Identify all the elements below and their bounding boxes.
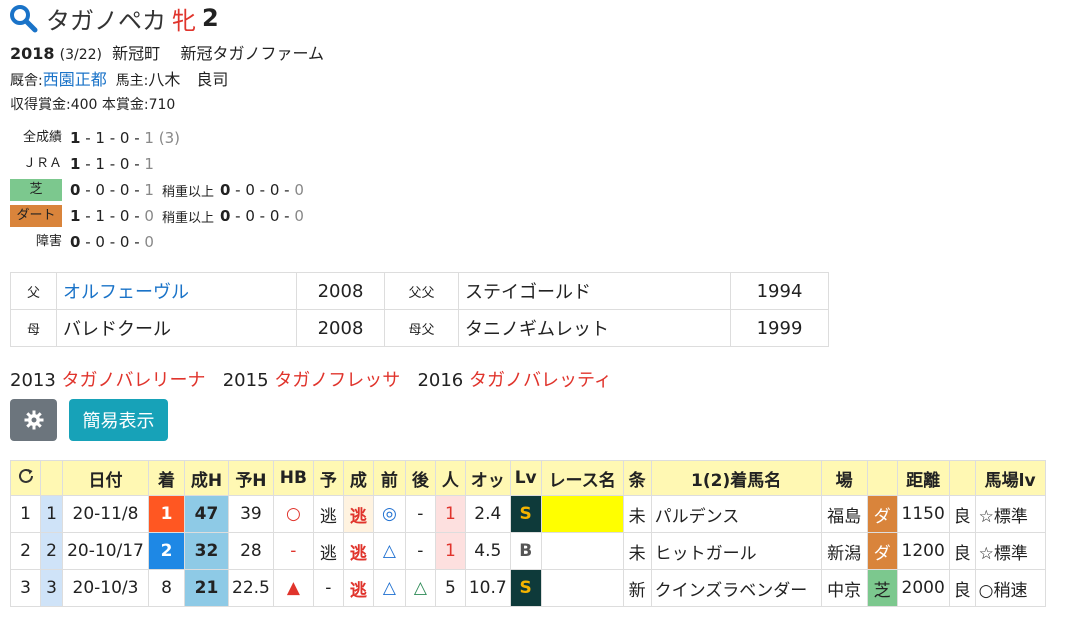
results-table: 日付 着 成H 予H HB 予 成 前 後 人 オッ Lv レース名 条 1(2… <box>10 460 1046 607</box>
birth-year: 2018 <box>10 44 55 63</box>
prize-info: 収得賞金:400 本賞金:710 <box>10 97 176 113</box>
table-row[interactable]: 33 20-10/3 8 21 22.5 ▲ - 逃 △ △ 5 10.7 S 新 クインズ… <box>10 569 1046 607</box>
owner-label: 馬主: <box>115 73 149 89</box>
search-icon[interactable] <box>8 3 38 33</box>
trainer-owner: 厩舎:西園正都 馬主:八木 良司 <box>10 66 228 90</box>
horse-age: 2 <box>202 4 219 32</box>
record-label: ＪＲＡ <box>22 156 62 171</box>
race-name-cell[interactable] <box>540 569 624 607</box>
horse-title: タガノペカ 牝 2 <box>8 2 219 35</box>
trainer-label: 厩舎: <box>10 73 43 89</box>
sibling-link[interactable]: タガノフレッサ <box>274 370 400 391</box>
table-row[interactable]: 22 20-10/17 2 32 28 -逃 逃 △ -1 4.5 B 未 ヒットガール… <box>10 532 1046 570</box>
gear-icon <box>24 410 43 430</box>
record-row-jra: ＪＲＡ 1 - 1 - 0 - 1 <box>10 152 154 176</box>
refresh-icon[interactable] <box>17 467 35 485</box>
birth-info: 2018 (3/22) 新冠町 新冠タガノファーム <box>10 40 324 64</box>
record-label: 全成績 <box>22 130 62 145</box>
record-row-turf: 芝 0 - 0 - 0 - 1 稍重以上 0 - 0 - 0 - 0 <box>10 178 304 202</box>
refresh-header[interactable] <box>10 460 41 496</box>
pedigree-table: 父 オルフェーヴル 2008 父父 ステイゴールド 1994 母 バレドクール … <box>10 272 829 347</box>
birth-date: (3/22) <box>59 47 102 63</box>
winner-link[interactable]: パルデンス <box>650 495 822 533</box>
pedigree-row: 父 オルフェーヴル 2008 父父 ステイゴールド 1994 <box>10 272 829 310</box>
record-label: 芝 <box>10 179 62 201</box>
owner-name: 八木 良司 <box>148 70 229 89</box>
results-header: 日付 着 成H 予H HB 予 成 前 後 人 オッ Lv レース名 条 1(2… <box>10 460 1046 496</box>
record-row-dirt: ダート 1 - 1 - 0 - 0 稍重以上 0 - 0 - 0 - 0 <box>10 204 304 228</box>
winner-link[interactable]: ヒットガール <box>650 532 822 570</box>
pedigree-row: 母 バレドクール 2008 母父 タニノギムレット 1999 <box>10 309 829 347</box>
race-name-cell[interactable] <box>540 532 624 570</box>
trainer-link[interactable]: 西園正都 <box>43 70 107 89</box>
record-label: ダート <box>10 205 62 227</box>
table-row[interactable]: 11 20-11/8 1 47 39 ○ 逃 逃 ◎ -1 2.4 S 未 パルデンス 福島… <box>10 495 1046 533</box>
birthplace: 新冠町 <box>112 44 161 63</box>
winner-link[interactable]: クインズラベンダー <box>650 569 822 607</box>
breeder: 新冠タガノファーム <box>180 44 325 63</box>
race-name-cell[interactable] <box>540 495 624 533</box>
simple-view-button[interactable]: 簡易表示 <box>69 399 168 441</box>
sibling-link[interactable]: タガノバレリーナ <box>62 370 206 391</box>
sire-link[interactable]: オルフェーヴル <box>56 272 297 310</box>
record-row-obstacle: 障害 0 - 0 - 0 - 0 <box>10 230 154 254</box>
record-label: 障害 <box>35 234 62 249</box>
record-row-all: 全成績 1 - 1 - 0 - 1 (3) <box>10 126 180 150</box>
sibling-link[interactable]: タガノバレッティ <box>469 370 612 391</box>
siblings: 2013 タガノバレリーナ 2015 タガノフレッサ 2016 タガノバレッティ <box>10 370 612 391</box>
settings-button[interactable] <box>10 399 57 441</box>
horse-name: タガノペカ <box>46 6 166 35</box>
horse-sex: 牝 <box>172 6 196 35</box>
